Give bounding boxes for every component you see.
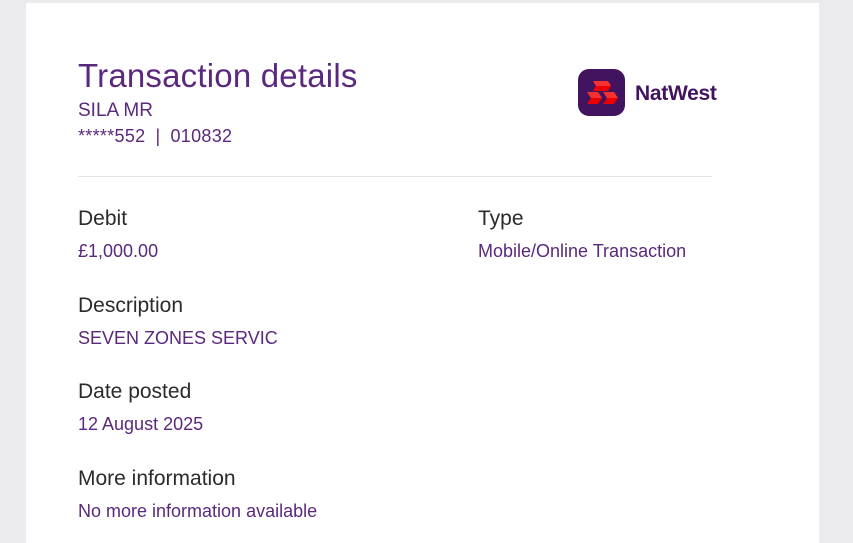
transaction-header: Transaction details SILA MR *****552 | 010… (78, 3, 717, 177)
account-separator: | (155, 126, 161, 146)
account-number: *****552 (78, 126, 146, 146)
more-information-field: More information No more information ava… (78, 466, 317, 522)
description-label: Description (78, 294, 184, 317)
page-title: Transaction details (78, 57, 358, 94)
description-value: SEVEN ZONES SERVIC (78, 328, 278, 348)
date-posted-field: Date posted 12 August 2025 (78, 379, 203, 435)
more-information-value: No more information available (78, 501, 318, 521)
debit-label: Debit (78, 207, 128, 230)
debit-field: Debit £1,000.00 (78, 206, 158, 262)
more-information-label: More information (78, 467, 236, 490)
type-label: Type (478, 207, 524, 230)
transaction-details-card: Transaction details SILA MR *****552 | 010… (26, 3, 819, 543)
sort-code: 010832 (170, 126, 233, 146)
natwest-logo: NatWest (578, 69, 717, 117)
brand-name: NatWest (635, 82, 717, 105)
account-info: *****552 | 010832 (78, 126, 232, 147)
description-field: Description SEVEN ZONES SERVIC (78, 293, 278, 349)
date-posted-label: Date posted (78, 380, 192, 403)
natwest-cubes-icon (578, 69, 625, 116)
date-posted-value: 12 August 2025 (78, 414, 204, 434)
account-holder-name: SILA MR (78, 100, 153, 121)
type-value: Mobile/Online Transaction (478, 241, 687, 261)
debit-amount: £1,000.00 (78, 241, 159, 261)
type-field: Type Mobile/Online Transaction (478, 206, 686, 262)
